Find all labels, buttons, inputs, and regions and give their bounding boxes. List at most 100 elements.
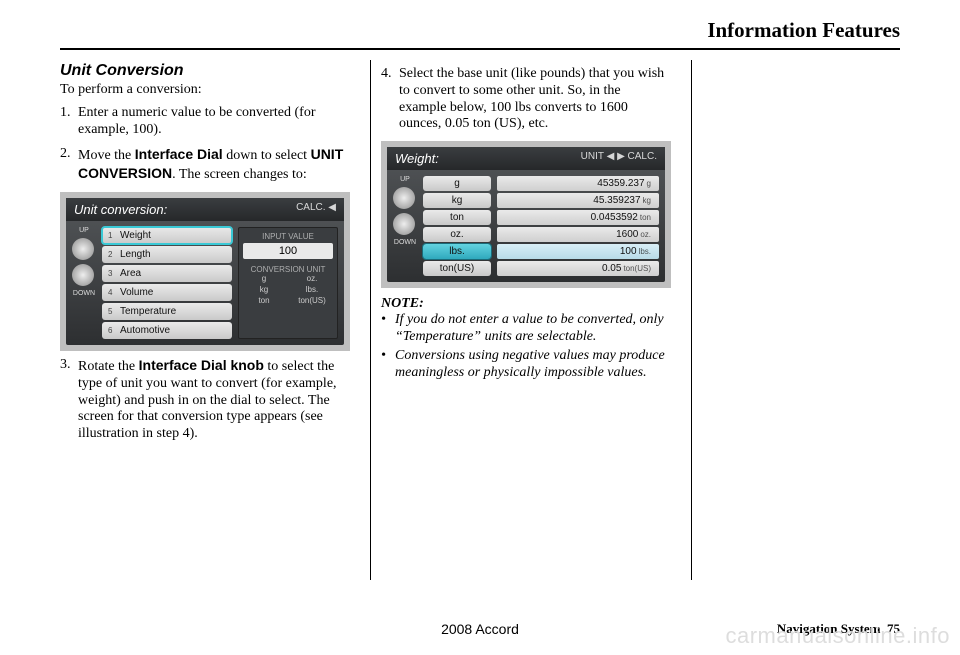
bullet-icon: • xyxy=(381,312,395,346)
footer-model: 2008 Accord xyxy=(441,621,519,637)
conv-unit: ton(US) xyxy=(291,296,333,305)
step-text: Move the Interface Dial down to select U… xyxy=(78,146,350,184)
result-oz: 1600oz. xyxy=(497,227,659,242)
conv-unit: oz. xyxy=(291,274,333,283)
screen-titlebar: Weight: UNIT ◀ ▶ CALC. xyxy=(387,147,665,170)
column-left: Unit Conversion To perform a conversion:… xyxy=(60,60,360,590)
unit-g: g xyxy=(423,176,491,191)
dial-control: UP DOWN xyxy=(72,227,96,339)
footer-section: Navigation System xyxy=(777,621,881,636)
column-separator xyxy=(691,60,692,580)
result-unit: kg xyxy=(643,196,651,205)
column-right xyxy=(702,60,960,590)
dial-up-label: UP xyxy=(72,227,96,234)
step-1: 1. Enter a numeric value to be converted… xyxy=(60,105,350,139)
conv-unit: kg xyxy=(243,285,285,294)
result-unit: lbs. xyxy=(639,247,651,256)
unit-ton: ton xyxy=(423,210,491,225)
result-val: 100 xyxy=(620,246,637,257)
unit-lbs: lbs. xyxy=(423,244,491,259)
note-heading: NOTE: xyxy=(381,296,671,312)
input-panel: INPUT VALUE 100 CONVERSION UNIT g oz. kg… xyxy=(238,227,338,339)
menu-idx: 2 xyxy=(108,250,116,259)
menu-item-temperature: 5Temperature xyxy=(102,303,232,320)
dial-up-label: UP xyxy=(393,176,417,183)
menu-idx: 1 xyxy=(108,231,116,240)
step-fragment: down to select xyxy=(223,148,311,163)
input-value: 100 xyxy=(243,243,333,259)
unit-ton-us: ton(US) xyxy=(423,261,491,276)
step-bold: Interface Dial xyxy=(135,146,223,162)
result-val: 1600 xyxy=(616,229,638,240)
dial-up-icon xyxy=(72,238,94,260)
column-separator xyxy=(370,60,371,580)
result-val: 45359.237 xyxy=(597,178,644,189)
menu-label: Length xyxy=(120,249,151,260)
dial-down-icon xyxy=(72,264,94,286)
menu-idx: 3 xyxy=(108,269,116,278)
unit-oz: oz. xyxy=(423,227,491,242)
footer-page-number: 75 xyxy=(887,621,900,636)
menu-item-automotive: 6Automotive xyxy=(102,322,232,339)
result-val: 45.359237 xyxy=(593,195,640,206)
footer-page: Navigation System 75 xyxy=(777,621,900,637)
note-item: •Conversions using negative values may p… xyxy=(381,348,671,382)
conv-unit: g xyxy=(243,274,285,283)
step-2: 2. Move the Interface Dial down to selec… xyxy=(60,146,350,184)
result-ton: 0.0453592ton xyxy=(497,210,659,225)
step-list-left-2: 3. Rotate the Interface Dial knob to sel… xyxy=(60,357,350,443)
result-unit: ton(US) xyxy=(623,264,651,273)
step-4: 4. Select the base unit (like pounds) th… xyxy=(381,66,671,133)
header-rule xyxy=(60,48,900,50)
manual-page: Information Features Unit Conversion To … xyxy=(0,0,960,655)
page-title: Information Features xyxy=(707,18,900,43)
section-subhead: Unit Conversion xyxy=(60,62,350,80)
menu-label: Area xyxy=(120,268,141,279)
conv-unit-label: CONVERSION UNIT xyxy=(243,265,333,274)
note-text: Conversions using negative values may pr… xyxy=(395,348,671,382)
menu-idx: 5 xyxy=(108,307,116,316)
result-val: 0.0453592 xyxy=(591,212,638,223)
conv-unit: lbs. xyxy=(291,285,333,294)
dial-control: UP DOWN xyxy=(393,176,417,276)
note-text: If you do not enter a value to be conver… xyxy=(395,312,671,346)
bullet-icon: • xyxy=(381,348,395,382)
result-kg: 45.359237kg xyxy=(497,193,659,208)
menu-idx: 6 xyxy=(108,326,116,335)
menu-label: Volume xyxy=(120,287,153,298)
section-intro: To perform a conversion: xyxy=(60,82,350,99)
step-fragment: Move the xyxy=(78,148,135,163)
screenshot-unit-conversion: Unit conversion: CALC. ◀ UP DOWN 1Weight xyxy=(60,192,350,351)
menu-label: Weight xyxy=(120,230,151,241)
dial-down-label: DOWN xyxy=(72,290,96,297)
step-list-right: 4. Select the base unit (like pounds) th… xyxy=(381,66,671,133)
step-text: Rotate the Interface Dial knob to select… xyxy=(78,357,350,443)
result-unit: oz. xyxy=(640,230,651,239)
step-number: 3. xyxy=(60,357,78,443)
input-value-label: INPUT VALUE xyxy=(243,232,333,241)
screen-title: Weight: xyxy=(395,151,439,166)
menu-item-weight: 1 Weight xyxy=(102,227,232,244)
step-3: 3. Rotate the Interface Dial knob to sel… xyxy=(60,357,350,443)
menu-item-area: 3 Area xyxy=(102,265,232,282)
menu-item-length: 2 Length xyxy=(102,246,232,263)
conv-unit: ton xyxy=(243,296,285,305)
dial-down-icon xyxy=(393,213,415,235)
result-list: 45359.237g 45.359237kg 0.0453592ton 1600… xyxy=(497,176,659,276)
unit-kg: kg xyxy=(423,193,491,208)
result-unit: g xyxy=(647,179,651,188)
step-fragment: . The screen changes to: xyxy=(172,167,307,182)
unit-type-menu: 1 Weight 2 Length 3 Area 4 Volume 5Temperatu… xyxy=(102,227,232,339)
menu-idx: 4 xyxy=(108,288,116,297)
page-footer: 2008 Accord Navigation System 75 xyxy=(60,621,900,637)
step-text: Enter a numeric value to be converted (f… xyxy=(78,105,350,139)
note-item: •If you do not enter a value to be conve… xyxy=(381,312,671,346)
conv-unit-grid: g oz. kg lbs. ton ton(US) xyxy=(243,274,333,305)
screen-title: Unit conversion: xyxy=(74,202,167,217)
result-val: 0.05 xyxy=(602,263,621,274)
step-text: Select the base unit (like pounds) that … xyxy=(399,66,671,133)
dial-up-icon xyxy=(393,187,415,209)
menu-item-volume: 4 Volume xyxy=(102,284,232,301)
step-number: 2. xyxy=(60,146,78,184)
screenshot-weight: Weight: UNIT ◀ ▶ CALC. UP DOWN g k xyxy=(381,141,671,288)
